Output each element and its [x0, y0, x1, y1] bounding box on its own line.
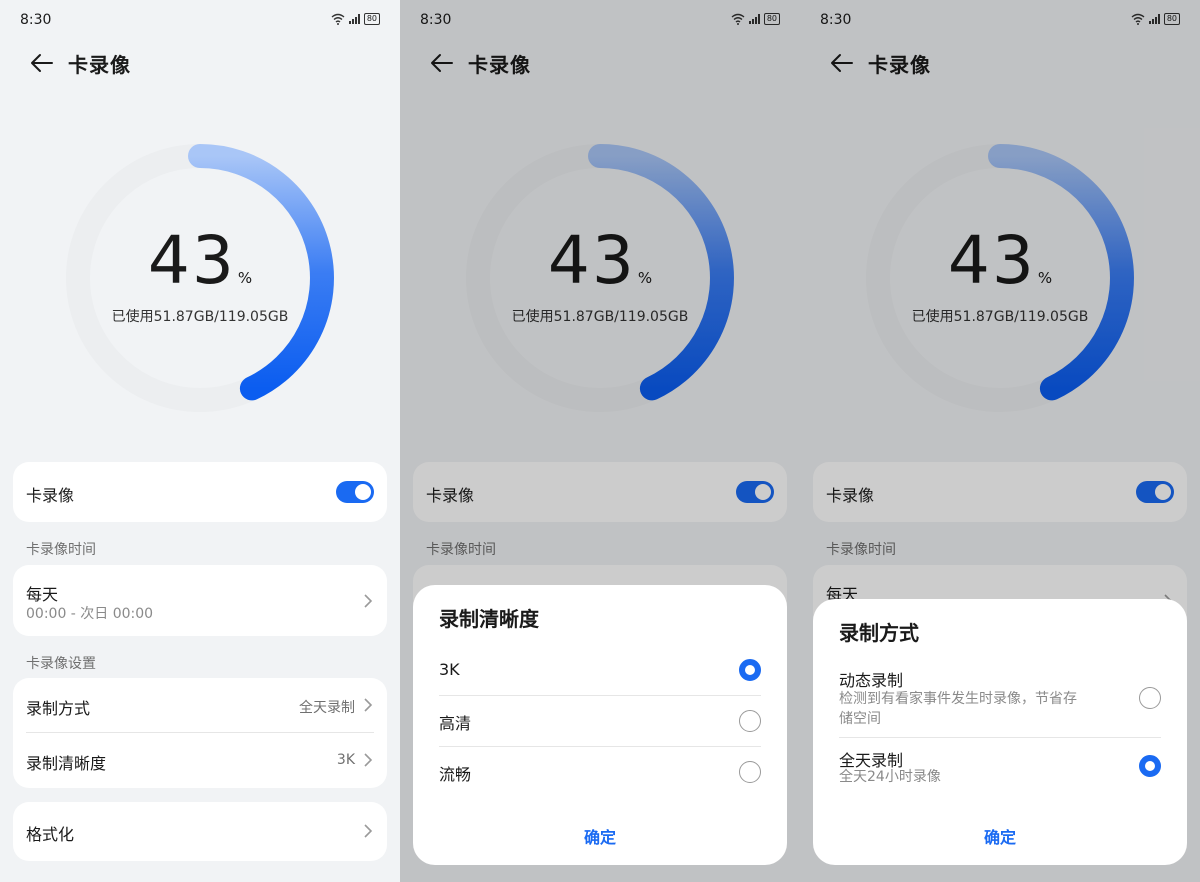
- mode-option-label: 动态录制: [839, 671, 904, 690]
- record-quality-row[interactable]: 录制清晰度 3K: [13, 733, 387, 788]
- radio-unselected-icon[interactable]: [739, 761, 761, 783]
- radio-unselected-icon[interactable]: [1139, 687, 1161, 709]
- card-record-label: 卡录像: [26, 486, 75, 505]
- panel-main: 8:30 80 卡录像 43% 已使用51.87GB/119.05GB 卡录像 …: [0, 0, 400, 882]
- radio-selected-icon[interactable]: [739, 659, 761, 681]
- mode-dialog-title: 录制方式: [839, 621, 919, 645]
- quality-option-3k[interactable]: 3K: [413, 645, 787, 695]
- usage-percent-number: 43: [147, 222, 236, 299]
- status-time: 8:30: [20, 12, 52, 28]
- time-title: 每天: [26, 585, 59, 604]
- panel-quality-dialog: 8:30 80 卡录像 43% 已使用51.87GB/119.05GB 卡录像 …: [400, 0, 800, 882]
- divider: [839, 737, 1161, 738]
- battery-icon: 80: [363, 13, 380, 25]
- radio-unselected-icon[interactable]: [739, 710, 761, 732]
- settings-card: 录制方式 全天录制 录制清晰度 3K: [13, 678, 387, 788]
- chevron-right-icon: [364, 753, 373, 767]
- status-bar: 8:30 80: [20, 10, 380, 32]
- confirm-button[interactable]: 确定: [413, 824, 787, 848]
- radio-selected-icon[interactable]: [1139, 755, 1161, 777]
- quality-dialog: 录制清晰度 3K 高清 流畅 确定: [413, 585, 787, 865]
- quality-option-label: 高清: [439, 714, 472, 733]
- quality-option-label: 3K: [439, 660, 460, 679]
- toggle-knob: [355, 484, 371, 500]
- quality-option-hd[interactable]: 高清: [413, 696, 787, 746]
- storage-ring: 43% 已使用51.87GB/119.05GB: [66, 144, 334, 412]
- confirm-button[interactable]: 确定: [813, 824, 1187, 848]
- usage-percent: 43%: [66, 228, 334, 294]
- format-label: 格式化: [26, 825, 75, 844]
- quality-option-smooth[interactable]: 流畅: [413, 747, 787, 797]
- record-mode-row[interactable]: 录制方式 全天录制: [13, 678, 387, 732]
- card-record-card: 卡录像: [13, 462, 387, 522]
- usage-text: 已使用51.87GB/119.05GB: [111, 309, 289, 325]
- wifi-icon: [331, 13, 345, 25]
- back-arrow-icon[interactable]: [26, 48, 56, 78]
- record-quality-label: 录制清晰度: [26, 754, 107, 773]
- chevron-right-icon: [364, 594, 373, 608]
- card-record-toggle[interactable]: [336, 481, 374, 503]
- page-title: 卡录像: [68, 52, 131, 77]
- quality-dialog-title: 录制清晰度: [439, 607, 539, 631]
- signal-icon: [348, 14, 360, 24]
- mode-option-desc: 储空间: [839, 711, 881, 727]
- mode-option-desc: 全天24小时录像: [839, 769, 941, 785]
- stage: 8:30 80 卡录像 43% 已使用51.87GB/119.05GB 卡录像 …: [0, 0, 1200, 882]
- record-mode-value: 全天录制: [299, 700, 355, 716]
- time-section-label: 卡录像时间: [26, 542, 96, 558]
- mode-option-motion[interactable]: 动态录制 检测到有看家事件发生时录像，节省存 储空间: [813, 665, 1187, 735]
- mode-option-desc: 检测到有看家事件发生时录像，节省存: [839, 691, 1077, 707]
- usage-percent-unit: %: [237, 269, 253, 287]
- mode-dialog: 录制方式 动态录制 检测到有看家事件发生时录像，节省存 储空间 全天录制 全天2…: [813, 599, 1187, 865]
- status-icons: 80: [331, 13, 380, 25]
- chevron-right-icon: [364, 824, 373, 838]
- mode-option-fullday[interactable]: 全天录制 全天24小时录像: [813, 745, 1187, 795]
- panel-mode-dialog: 8:30 80 卡录像 43% 已使用51.87GB/119.05GB 卡录像 …: [800, 0, 1200, 882]
- top-bar: 卡录像: [26, 46, 131, 80]
- format-card[interactable]: 格式化: [13, 802, 387, 861]
- record-quality-value: 3K: [336, 752, 355, 768]
- time-range: 00:00 - 次日 00:00: [26, 606, 154, 622]
- record-mode-label: 录制方式: [26, 699, 91, 718]
- settings-section-label: 卡录像设置: [26, 656, 96, 672]
- quality-option-label: 流畅: [439, 765, 472, 784]
- time-card[interactable]: 每天 00:00 - 次日 00:00: [13, 565, 387, 636]
- chevron-right-icon: [364, 698, 373, 712]
